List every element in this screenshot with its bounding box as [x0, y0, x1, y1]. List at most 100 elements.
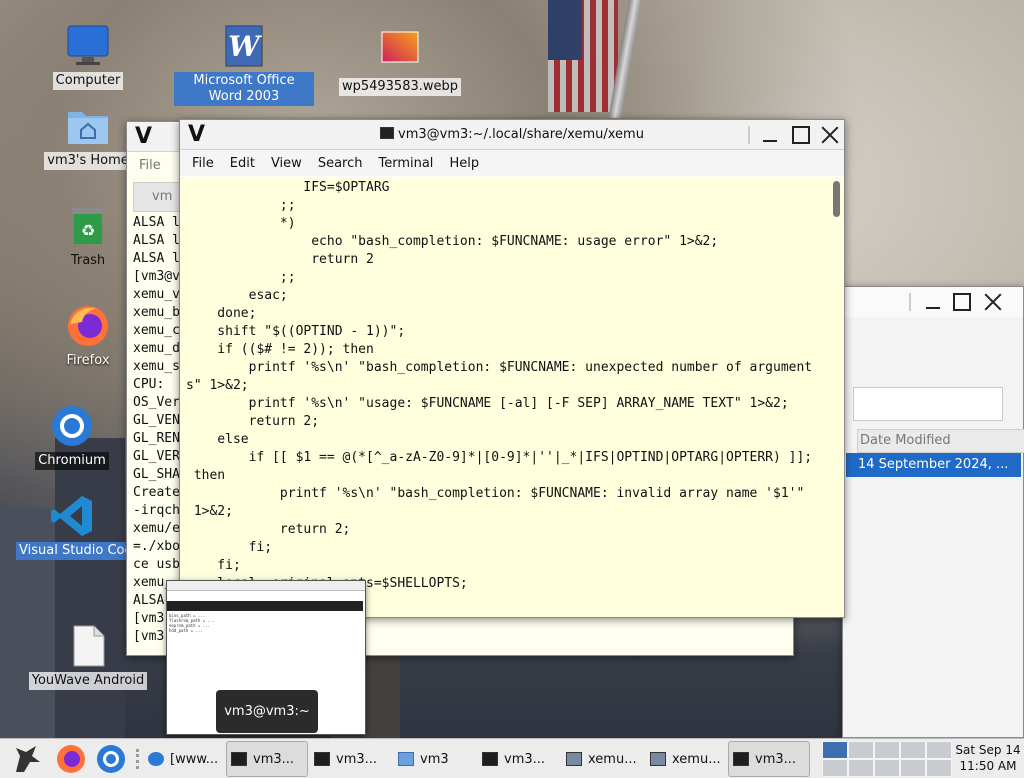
- workspace-10[interactable]: [926, 759, 952, 777]
- workspace-8[interactable]: [874, 759, 900, 777]
- taskbar-item-label: xemu...: [588, 751, 637, 767]
- taskbar-item[interactable]: vm3: [394, 741, 474, 777]
- terminal-icon: [482, 752, 498, 766]
- desktop-icon-label: Computer: [52, 72, 124, 90]
- menu-file[interactable]: File: [139, 158, 161, 173]
- terminal-icon: [380, 127, 395, 139]
- desktop-icon-label: Chromium: [35, 452, 109, 470]
- chromium-icon: [50, 404, 94, 448]
- menu-help[interactable]: Help: [449, 156, 479, 171]
- workspace-pager[interactable]: [822, 741, 952, 777]
- menu-edit[interactable]: Edit: [230, 156, 255, 171]
- close-icon[interactable]: [820, 125, 840, 145]
- menu-launcher-icon[interactable]: [10, 742, 44, 776]
- file-manager-window[interactable]: Date Modified 14 September 2024, ...: [842, 286, 1024, 738]
- desktop-icon-webp[interactable]: wp5493583.webp: [338, 30, 462, 96]
- scrollbar-thumb[interactable]: [833, 181, 840, 217]
- titlebar[interactable]: V vm3@vm3:~/.local/share/xemu/xemu: [180, 120, 844, 150]
- taskbar-item[interactable]: xemu...: [646, 741, 726, 777]
- chromium-icon[interactable]: [94, 742, 128, 776]
- taskbar-item-active[interactable]: vm3...: [728, 741, 810, 777]
- taskbar-item-label: vm3: [420, 751, 449, 767]
- close-icon[interactable]: [983, 292, 1003, 312]
- clock-time: 11:50 AM: [959, 759, 1017, 773]
- terminal-output[interactable]: IFS=$OPTARG ;; *) echo "bash_completion:…: [186, 179, 826, 593]
- taskbar-item-active[interactable]: vm3...: [226, 741, 308, 777]
- taskbar-item[interactable]: vm3...: [478, 741, 558, 777]
- image-file-icon: [378, 30, 422, 74]
- desktop-icon-computer[interactable]: Computer: [38, 24, 138, 90]
- desktop-icon-vscode[interactable]: Visual Studio Code: [16, 494, 144, 560]
- terminal-body[interactable]: IFS=$OPTARG ;; *) echo "bash_completion:…: [180, 177, 844, 617]
- workspace-5[interactable]: [926, 741, 952, 759]
- desktop-icon-chromium[interactable]: Chromium: [22, 404, 122, 470]
- trash-icon: ♻: [66, 204, 110, 248]
- window-title-text: vm3@vm3:~/.local/share/xemu/xemu: [398, 127, 644, 142]
- desktop-icon-trash[interactable]: ♻ Trash: [38, 204, 138, 270]
- maximize-icon[interactable]: [953, 293, 971, 311]
- computer-icon: [66, 24, 110, 68]
- app-logo-icon: V: [135, 124, 153, 149]
- firefox-icon[interactable]: [54, 742, 88, 776]
- minimize-icon[interactable]: [923, 292, 943, 312]
- menu-search[interactable]: Search: [318, 156, 363, 171]
- home-folder-icon: [66, 104, 110, 148]
- workspace-6[interactable]: [822, 759, 848, 777]
- separator: [909, 293, 911, 311]
- window-title: vm3@vm3:~/.local/share/xemu/xemu: [180, 127, 844, 142]
- taskbar-item-label: vm3...: [336, 751, 378, 767]
- taskbar-item-label: vm3...: [253, 751, 295, 767]
- search-input[interactable]: [853, 387, 1003, 421]
- desktop-icon-msword[interactable]: W Microsoft Office Word 2003: [172, 24, 316, 106]
- workspace-7[interactable]: [848, 759, 874, 777]
- desktop-icon-label: Visual Studio Code: [16, 542, 144, 560]
- taskbar-item-label: vm3...: [755, 751, 797, 767]
- taskbar-item-label: [www...: [170, 751, 219, 767]
- workspace-9[interactable]: [900, 759, 926, 777]
- minimize-icon[interactable]: [760, 125, 780, 145]
- svg-text:W: W: [228, 30, 262, 63]
- column-header-date-modified[interactable]: Date Modified: [857, 429, 1024, 453]
- desktop: Computer W Microsoft Office Word 2003 wp…: [0, 0, 1024, 738]
- desktop-icon-home[interactable]: vm3's Home: [38, 104, 138, 170]
- preview-tabbar: [167, 601, 363, 611]
- desktop-icon-firefox[interactable]: Firefox: [38, 304, 138, 370]
- workspace-1[interactable]: [822, 741, 848, 759]
- taskbar-item-label: xemu...: [672, 751, 721, 767]
- preview-titlebar: [167, 581, 365, 591]
- preview-tooltip: vm3@vm3:~: [216, 690, 318, 733]
- vscode-icon: [50, 494, 94, 538]
- clock[interactable]: Sat Sep 14 11:50 AM: [954, 742, 1022, 774]
- desktop-icon-label: Firefox: [66, 353, 110, 368]
- desktop-icon-label: vm3's Home: [44, 152, 132, 170]
- file-row-selected[interactable]: 14 September 2024, ...: [846, 453, 1021, 477]
- maximize-icon[interactable]: [792, 126, 810, 144]
- vertical-scrollbar[interactable]: [828, 177, 844, 617]
- taskbar-item-label: vm3...: [504, 751, 546, 767]
- folder-icon: [398, 752, 414, 766]
- xemu-window-icon: [566, 752, 582, 766]
- menubar: File Edit View Search Terminal Help: [180, 150, 844, 176]
- wallpaper-pole: [600, 0, 650, 118]
- desktop-icon-label: Trash: [70, 253, 106, 268]
- terminal-window[interactable]: V vm3@vm3:~/.local/share/xemu/xemu File …: [179, 119, 845, 618]
- titlebar[interactable]: [843, 287, 1023, 317]
- chromium-icon: [148, 752, 164, 766]
- workspace-2[interactable]: [848, 741, 874, 759]
- word-document-icon: W: [222, 24, 266, 68]
- menu-terminal[interactable]: Terminal: [378, 156, 433, 171]
- svg-text:♻: ♻: [81, 221, 95, 240]
- taskbar-item[interactable]: [www...: [144, 741, 222, 777]
- workspace-4[interactable]: [900, 741, 926, 759]
- menu-file[interactable]: File: [192, 156, 214, 171]
- terminal-icon: [733, 752, 749, 766]
- preview-content: bios_path = ... flashrom_path = ... eepr…: [169, 613, 215, 633]
- menu-view[interactable]: View: [271, 156, 302, 171]
- firefox-icon: [66, 304, 110, 348]
- taskbar-item[interactable]: xemu...: [562, 741, 642, 777]
- taskbar-item[interactable]: vm3...: [310, 741, 390, 777]
- document-file-icon: [66, 624, 110, 668]
- desktop-icon-label: Microsoft Office Word 2003: [174, 72, 314, 106]
- workspace-3[interactable]: [874, 741, 900, 759]
- desktop-icon-label: YouWave Android: [28, 672, 148, 690]
